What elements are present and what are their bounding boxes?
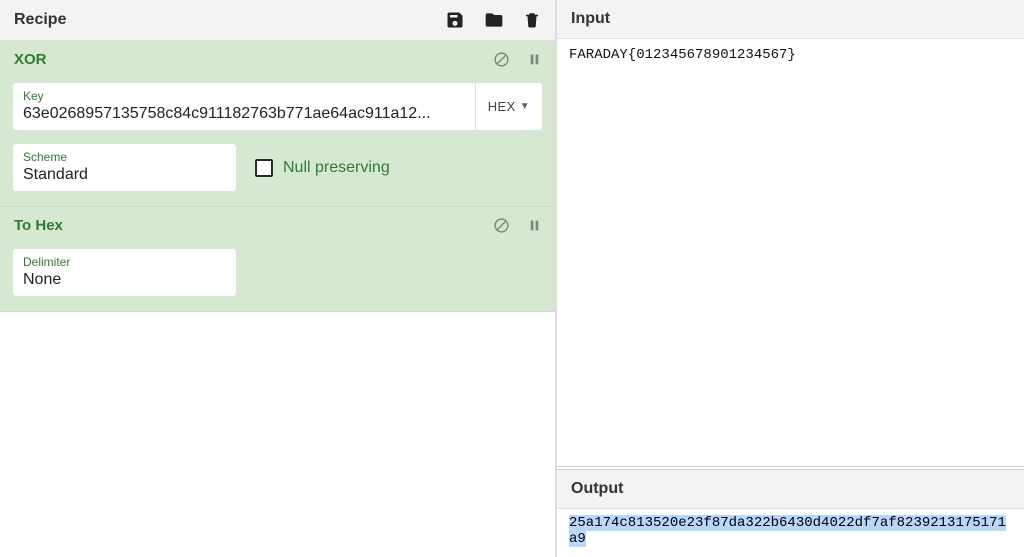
disable-icon[interactable]	[493, 51, 510, 68]
delimiter-value: None	[23, 270, 226, 290]
tohex-row: Delimiter None	[12, 248, 543, 297]
op-xor-icons	[493, 51, 541, 68]
recipe-toolbar	[445, 10, 541, 30]
op-tohex-body: Delimiter None	[0, 244, 555, 311]
output-section: Output 25a174c813520e23f87da322b6430d402…	[557, 466, 1024, 557]
op-xor-body: Key 63e0268957135758c84c911182763b771ae6…	[0, 78, 555, 206]
trash-icon[interactable]	[523, 10, 541, 30]
io-column: Input FARADAY{012345678901234567} Output…	[557, 0, 1024, 557]
null-preserving-checkbox[interactable]: Null preserving	[255, 159, 390, 177]
op-xor-name: XOR	[14, 51, 47, 68]
key-row: Key 63e0268957135758c84c911182763b771ae6…	[12, 82, 543, 131]
key-field[interactable]: Key 63e0268957135758c84c911182763b771ae6…	[12, 82, 475, 131]
op-tohex-name: To Hex	[14, 217, 63, 234]
input-value: FARADAY{012345678901234567}	[569, 47, 796, 63]
output-area[interactable]: 25a174c813520e23f87da322b6430d4022df7af8…	[557, 509, 1024, 557]
scheme-value: Standard	[23, 165, 226, 185]
chevron-down-icon: ▼	[520, 101, 530, 112]
key-format-select[interactable]: HEX ▼	[475, 82, 543, 131]
input-title: Input	[571, 10, 610, 28]
op-tohex-header[interactable]: To Hex	[0, 207, 555, 244]
key-format-value: HEX	[488, 99, 516, 114]
recipe-title: Recipe	[14, 11, 66, 29]
op-xor[interactable]: XOR Key 63e0268957135758c84c911182763b77…	[0, 41, 555, 207]
pause-icon[interactable]	[528, 52, 541, 67]
output-value: 25a174c813520e23f87da322b6430d4022df7af8…	[569, 515, 1006, 547]
key-label: Key	[23, 89, 465, 103]
output-header: Output	[557, 470, 1024, 509]
app-root: Recipe XOR	[0, 0, 1024, 557]
recipe-column: Recipe XOR	[0, 0, 557, 557]
null-preserving-label: Null preserving	[283, 159, 390, 177]
folder-icon[interactable]	[483, 10, 505, 30]
op-tohex[interactable]: To Hex Delimiter None	[0, 207, 555, 312]
save-icon[interactable]	[445, 10, 465, 30]
pause-icon[interactable]	[528, 218, 541, 233]
scheme-field[interactable]: Scheme Standard	[12, 143, 237, 192]
input-area[interactable]: FARADAY{012345678901234567}	[557, 39, 1024, 466]
delimiter-field[interactable]: Delimiter None	[12, 248, 237, 297]
delimiter-label: Delimiter	[23, 255, 226, 269]
op-tohex-icons	[493, 217, 541, 234]
checkbox-box	[255, 159, 273, 177]
op-xor-header[interactable]: XOR	[0, 41, 555, 78]
recipe-header: Recipe	[0, 0, 555, 41]
key-value: 63e0268957135758c84c911182763b771ae64ac9…	[23, 104, 465, 124]
disable-icon[interactable]	[493, 217, 510, 234]
output-title: Output	[571, 480, 623, 497]
xor-row2: Scheme Standard Null preserving	[12, 143, 543, 192]
input-header: Input	[557, 0, 1024, 39]
scheme-label: Scheme	[23, 150, 226, 164]
